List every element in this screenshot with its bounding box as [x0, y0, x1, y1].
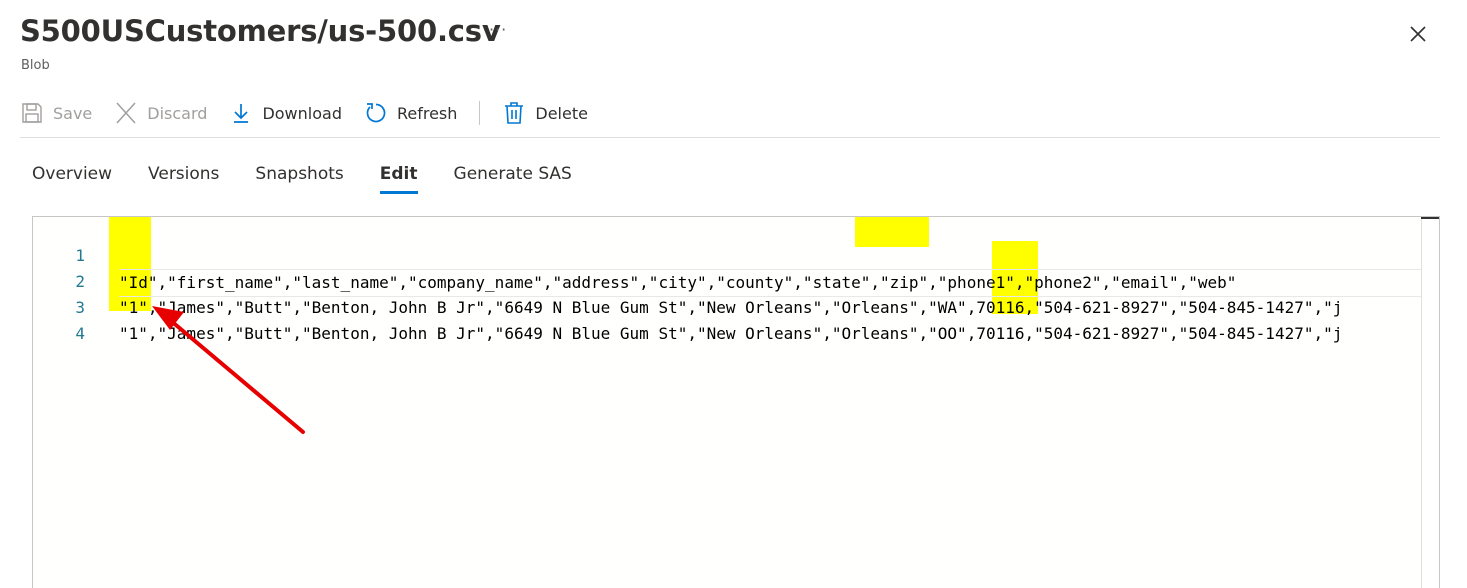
discard-label: Discard: [147, 103, 208, 123]
save-icon: [22, 103, 42, 123]
trash-icon: [505, 102, 524, 124]
blob-type-label: Blob: [21, 58, 50, 73]
line-number: 4: [75, 324, 85, 343]
tab-versions[interactable]: Versions: [148, 164, 219, 194]
tab-snapshots[interactable]: Snapshots: [255, 164, 343, 194]
editor-line: 3 "1","James","Butt","Benton, John B Jr"…: [33, 269, 1423, 343]
more-options-button[interactable]: ···: [489, 20, 507, 39]
vertical-scrollbar[interactable]: [1421, 217, 1439, 588]
download-icon: [234, 104, 249, 123]
tab-list: Overview Versions Snapshots Edit Generat…: [32, 164, 608, 194]
discard-button[interactable]: Discard: [114, 96, 207, 130]
delete-button[interactable]: Delete: [502, 96, 588, 130]
editor-line: 1 "Id","first_name","last_name","company…: [33, 217, 1439, 297]
download-label: Download: [262, 103, 342, 123]
tab-generate-sas[interactable]: Generate SAS: [454, 164, 572, 194]
refresh-button[interactable]: Refresh: [364, 96, 457, 130]
save-label: Save: [53, 103, 93, 123]
line-text: "1","James","Butt","Benton, John B Jr","…: [119, 324, 1343, 343]
delete-label: Delete: [535, 103, 588, 123]
close-icon[interactable]: [1406, 22, 1430, 46]
tab-overview[interactable]: Overview: [32, 164, 112, 194]
save-button[interactable]: Save: [20, 96, 92, 130]
editor-line: 2 "1","James","Butt","Benton, John B Jr"…: [33, 243, 1423, 317]
command-bar: Save Discard Download Refresh Delete: [20, 96, 610, 130]
toolbar-divider: [479, 101, 481, 125]
annotation-arrow-icon: [152, 306, 305, 434]
tab-edit[interactable]: Edit: [379, 164, 418, 194]
scrollbar-marker: [1421, 217, 1439, 219]
download-button[interactable]: Download: [229, 96, 342, 130]
refresh-icon: [366, 103, 386, 123]
page-title: S500USCustomers/us-500.csv: [20, 14, 501, 48]
refresh-label: Refresh: [396, 103, 458, 123]
discard-icon: [116, 102, 136, 124]
toolbar-divider-line: [20, 137, 1440, 138]
